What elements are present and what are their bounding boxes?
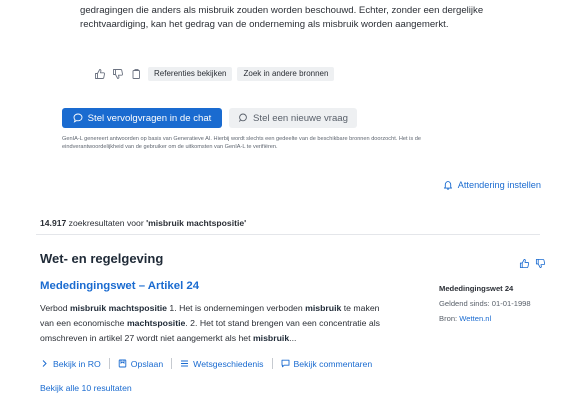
- disclaimer-line: GenIA-L genereert antwoorden op basis va…: [62, 136, 421, 142]
- thumbs-up-icon[interactable]: [519, 258, 530, 269]
- results-text: zoekresultaten voor: [66, 218, 147, 228]
- bookmark-icon: [118, 359, 127, 368]
- snippet-text: Verbod: [40, 303, 70, 313]
- scroll-fade: [0, 0, 577, 6]
- view-in-ro-link[interactable]: Bekijk in RO: [40, 359, 101, 369]
- snippet-highlight: misbruik machtspositie: [69, 303, 167, 313]
- snippet-text: van een economische: [40, 318, 127, 328]
- results-count: 14.917 zoekresultaten voor 'misbruik mac…: [40, 218, 246, 228]
- copy-icon[interactable]: [130, 68, 142, 80]
- chat-bubble-icon: [73, 113, 83, 123]
- meta-source: Bron: Wetten.nl: [439, 311, 531, 326]
- new-question-button[interactable]: Stel een nieuwe vraag: [229, 108, 357, 128]
- view-all-results-link[interactable]: Bekijk alle 10 resultaten: [40, 383, 132, 393]
- follow-up-chat-label: Stel vervolgvragen in de chat: [87, 112, 212, 124]
- results-number: 14.917: [40, 218, 67, 228]
- answer-feedback-row: Referenties bekijken Zoek in andere bron…: [94, 66, 339, 82]
- set-alert-label: Attendering instellen: [457, 180, 541, 190]
- follow-up-chat-button[interactable]: Stel vervolgvragen in de chat: [62, 108, 222, 128]
- ai-disclaimer: GenIA-L genereert antwoorden op basis va…: [62, 136, 532, 151]
- snippet-text: 1. Het is ondernemingen verboden: [167, 303, 306, 313]
- chevron-right-icon: [40, 359, 49, 368]
- thumbs-up-icon[interactable]: [94, 68, 106, 80]
- legislative-history-link[interactable]: Wetsgeschiedenis: [180, 358, 264, 369]
- view-comments-link[interactable]: Bekijk commentaren: [281, 358, 373, 369]
- list-icon: [180, 359, 189, 368]
- comment-icon: [281, 359, 290, 368]
- bell-icon: [443, 180, 453, 190]
- separator: [108, 358, 110, 369]
- snippet-line: Verbod misbruik machtspositie 1. Het is …: [40, 301, 420, 316]
- meta-title: Mededingingswet 24: [439, 284, 514, 293]
- thumbs-down-icon[interactable]: [112, 68, 124, 80]
- disclaimer-line: eindverantwoordelijkheid van de gebruike…: [62, 143, 278, 150]
- snippet-text: te maken: [341, 303, 380, 313]
- snippet-text: ...: [289, 333, 297, 343]
- ai-answer-text: gedragingen die anders als misbruik zoud…: [80, 4, 530, 32]
- answer-line: rechtvaardiging, kan het gedrag van de o…: [80, 19, 449, 30]
- search-icon: [238, 113, 248, 123]
- separator: [171, 358, 173, 369]
- snippet-line: omschreven in artikel 27 wordt niet aang…: [40, 331, 420, 346]
- results-query: 'misbruik machtspositie': [146, 218, 247, 228]
- document-meta: Mededingingswet 24 Geldend sinds: 01-01-…: [439, 281, 531, 326]
- snippet-highlight: machtspositie: [126, 318, 186, 328]
- snippet-highlight: misbruik: [305, 303, 342, 313]
- references-button[interactable]: Referenties bekijken: [148, 67, 233, 81]
- snippet-text: omschreven in artikel 27 wordt niet aang…: [40, 333, 253, 343]
- answer-line: gedragingen die anders als misbruik zoud…: [80, 5, 484, 16]
- meta-valid-since: Geldend sinds: 01-01-1998: [439, 299, 531, 308]
- snippet-text: . 2. Het tot stand brengen van een conce…: [185, 318, 380, 328]
- snippet-highlight: misbruik: [252, 333, 290, 343]
- separator: [271, 358, 273, 369]
- document-snippet: Verbod misbruik machtspositie 1. Het is …: [40, 301, 420, 346]
- thumbs-down-icon[interactable]: [535, 258, 546, 269]
- legislative-history-label: Wetsgeschiedenis: [193, 358, 264, 369]
- save-label: Opslaan: [130, 358, 164, 369]
- section-feedback: [519, 258, 551, 269]
- set-alert-link[interactable]: Attendering instellen: [443, 180, 541, 190]
- document-actions: Bekijk in RO Opslaan Wetsgeschiedenis Be…: [40, 358, 372, 369]
- snippet-line: van een economische machtspositie. 2. He…: [40, 316, 420, 331]
- meta-source-label: Bron:: [439, 314, 460, 323]
- search-other-sources-button[interactable]: Zoek in andere bronnen: [237, 67, 335, 81]
- document-title-link[interactable]: Mededingingswet – Artikel 24: [40, 280, 199, 292]
- view-in-ro-label: Bekijk in RO: [53, 358, 101, 369]
- view-comments-label: Bekijk commentaren: [293, 358, 373, 369]
- save-link[interactable]: Opslaan: [118, 359, 163, 369]
- source-link[interactable]: Wetten.nl: [459, 314, 491, 323]
- divider: [36, 234, 540, 235]
- section-title: Wet- en regelgeving: [40, 251, 164, 266]
- new-question-label: Stel een nieuwe vraag: [253, 112, 348, 124]
